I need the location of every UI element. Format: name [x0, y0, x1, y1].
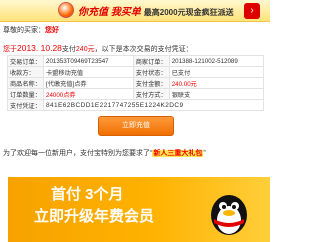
merchant-order-value: 201388-121002-512089 — [168, 55, 265, 67]
order-details-table: 交易订单： 201353T09469T23547 商家订单： 201388-12… — [7, 55, 265, 111]
arrow-right-icon[interactable]: › — [244, 3, 260, 19]
product-name-label: 商品名称： — [7, 77, 44, 89]
promo-text-pre: 为了欢迎每一位新用户，支付宝特别为您要求了“ — [3, 150, 153, 157]
pay-status-value: 已支付 — [168, 66, 265, 78]
voucher-code: 841E62BCDD1E2217747255E1224K2DC9 — [43, 99, 264, 111]
gift-pack-link[interactable]: 新人三重大礼包 — [152, 150, 204, 157]
new-user-promo-text: 为了欢迎每一位新用户，支付宝特别为您要求了“新人三重大礼包” — [3, 148, 267, 158]
greeting-name: 您好 — [45, 27, 59, 34]
recharge-now-button[interactable]: 立即充值 — [98, 116, 174, 136]
promo-text-post: ” — [203, 150, 206, 157]
top-ad-banner[interactable]: 你充值 我买单 最高2000元现金疯狂派送 › — [0, 0, 270, 22]
table-row: 商品名称： [代缴充值]点券 支付金额： 240.00元 — [7, 77, 265, 89]
order-id-label: 交易订单： — [7, 55, 44, 67]
greeting: 尊敬的买家：您好 — [3, 25, 59, 35]
qq-penguin-icon — [211, 195, 247, 235]
pay-amount-value: 240.00元 — [168, 77, 265, 89]
greeting-prefix: 尊敬的买家： — [3, 27, 45, 34]
banner-line-2: 立即升级年费会员 — [34, 208, 155, 225]
banner-headline: 你充值 我买单 最高2000元现金疯狂派送 — [78, 3, 234, 18]
payment-notice: 您于2013. 10.28支付240元，以下是本次交易的支付凭证： — [3, 43, 267, 54]
table-row: 交易订单： 201353T09469T23547 商家订单： 201388-12… — [7, 55, 265, 67]
banner-line-1: 首付 3个月 — [51, 186, 124, 203]
notice-suffix: ，以下是本次交易的支付凭证： — [94, 46, 193, 53]
notice-amount: 240元 — [75, 46, 95, 53]
notice-middle: 支付 — [61, 46, 76, 53]
pay-status-label: 支付状态： — [132, 66, 170, 78]
notice-date-prefix: 您于 — [3, 46, 17, 53]
banner-headline-text: 你充值 我买单 — [78, 7, 141, 18]
product-name-value: [代缴充值]点券 — [43, 77, 134, 89]
quantity-label: 订单数量： — [7, 88, 44, 100]
pay-method-label: 支付方式： — [132, 88, 170, 100]
table-row: 收款方： 卡盟移动充值 支付状态： 已支付 — [7, 66, 265, 78]
merchant-order-label: 商家订单： — [132, 55, 170, 67]
quantity-value: 24000点券 — [43, 88, 134, 100]
table-row: 订单数量： 24000点券 支付方式： 银联支 — [7, 88, 265, 100]
pay-amount-label: 支付金额： — [132, 77, 170, 89]
voucher-label: 支付凭证： — [7, 99, 44, 111]
notice-date: 2013. 10.28 — [17, 43, 62, 53]
payee-label: 收款方： — [7, 66, 44, 78]
coin-logo-icon — [58, 2, 74, 18]
order-id-value: 201353T09469T23547 — [43, 55, 134, 67]
banner-subtitle: 最高2000元现金疯狂派送 — [143, 8, 234, 17]
pay-method-value: 银联支 — [168, 88, 265, 100]
table-row: 支付凭证： 841E62BCDD1E2217747255E1224K2DC9 — [7, 99, 264, 111]
payee-value: 卡盟移动充值 — [43, 66, 134, 78]
vip-upgrade-banner[interactable]: 首付 3个月 立即升级年费会员 — [8, 177, 270, 242]
